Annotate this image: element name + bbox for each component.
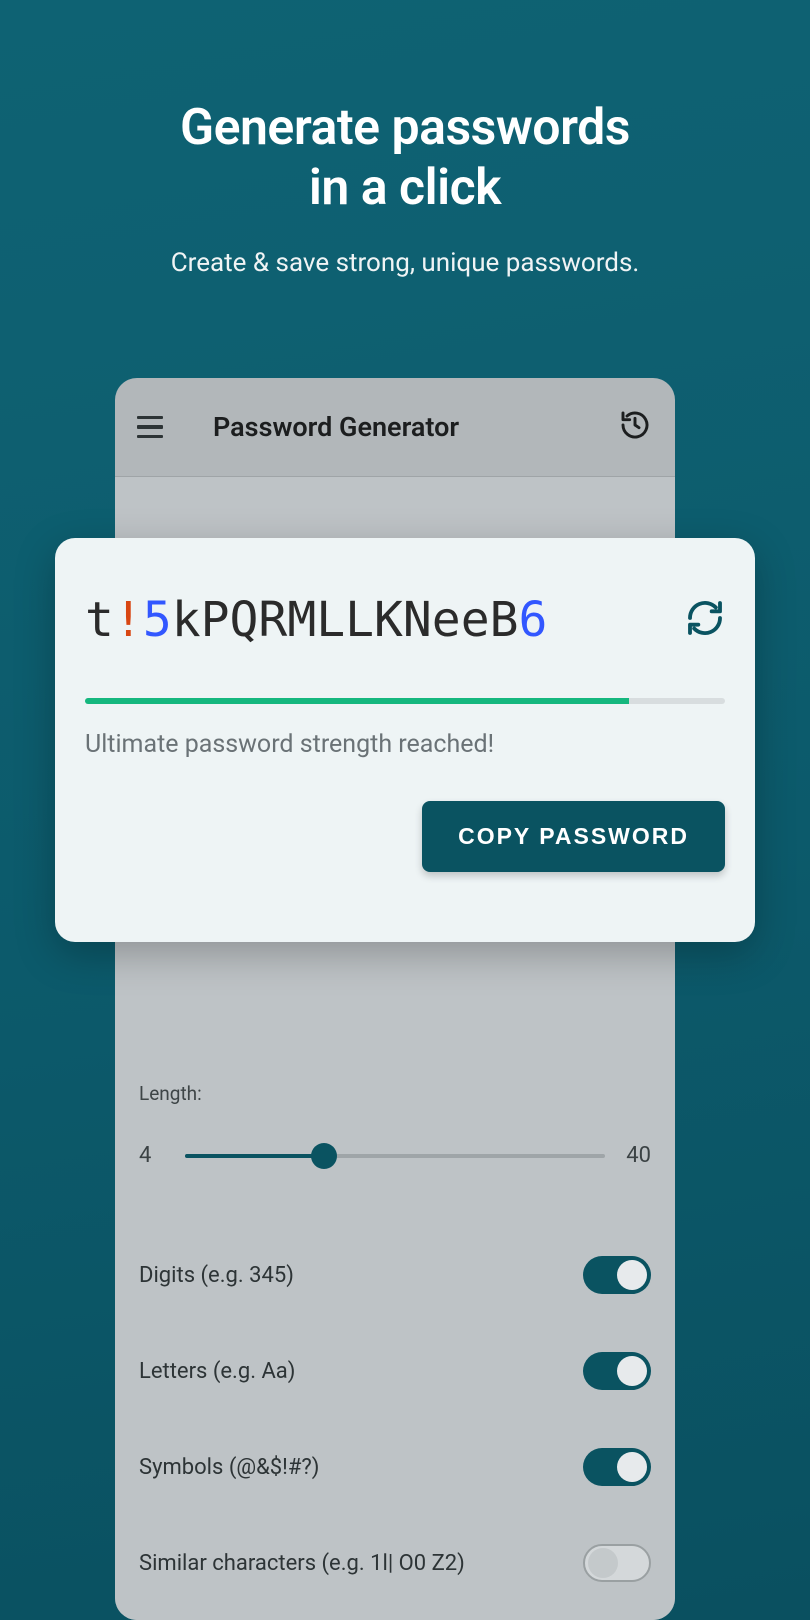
toggle-knob	[617, 1452, 647, 1482]
password-segment: kPQRMLLKNeeB	[172, 592, 519, 648]
app-bar: Password Generator	[115, 378, 675, 477]
option-row: Symbols (@&$!#?)	[139, 1448, 651, 1486]
option-toggle[interactable]	[583, 1448, 651, 1486]
history-icon[interactable]	[619, 409, 651, 445]
password-segment: t	[85, 592, 114, 648]
option-label: Similar characters (e.g. 1l| O0 Z2)	[139, 1551, 465, 1576]
option-toggle[interactable]	[583, 1352, 651, 1390]
option-toggle[interactable]	[583, 1544, 651, 1582]
toggle-knob	[588, 1548, 618, 1578]
option-label: Digits (e.g. 345)	[139, 1263, 294, 1288]
hero-section: Generate passwords in a click Create & s…	[0, 0, 810, 278]
option-label: Letters (e.g. Aa)	[139, 1359, 295, 1384]
toggle-knob	[617, 1356, 647, 1386]
length-max: 40	[621, 1143, 651, 1168]
option-row: Digits (e.g. 345)	[139, 1256, 651, 1294]
length-min: 4	[139, 1143, 169, 1168]
length-slider[interactable]	[185, 1144, 605, 1168]
option-row: Similar characters (e.g. 1l| O0 Z2)	[139, 1544, 651, 1582]
strength-bar	[85, 698, 725, 704]
password-segment: 5	[143, 592, 172, 648]
generated-password: t!5kPQRMLLKNeeB6	[85, 592, 547, 648]
slider-thumb[interactable]	[311, 1143, 337, 1169]
password-card: t!5kPQRMLLKNeeB6 Ultimate password stren…	[55, 538, 755, 942]
hero-title-line2: in a click	[309, 159, 501, 217]
strength-text: Ultimate password strength reached!	[85, 730, 725, 759]
menu-icon[interactable]	[137, 413, 165, 441]
app-title: Password Generator	[213, 411, 619, 443]
refresh-icon[interactable]	[685, 598, 725, 642]
option-label: Symbols (@&$!#?)	[139, 1455, 319, 1480]
toggle-knob	[617, 1260, 647, 1290]
hero-title: Generate passwords in a click	[0, 98, 810, 218]
option-row: Letters (e.g. Aa)	[139, 1352, 651, 1390]
length-label: Length:	[139, 1082, 651, 1105]
option-toggle[interactable]	[583, 1256, 651, 1294]
password-segment: !	[114, 592, 143, 648]
slider-track-fill	[185, 1154, 324, 1158]
strength-fill	[85, 698, 629, 704]
hero-title-line1: Generate passwords	[180, 99, 630, 157]
password-segment: 6	[519, 592, 548, 648]
hero-subtitle: Create & save strong, unique passwords.	[0, 248, 810, 278]
copy-password-button[interactable]: COPY PASSWORD	[422, 801, 725, 872]
